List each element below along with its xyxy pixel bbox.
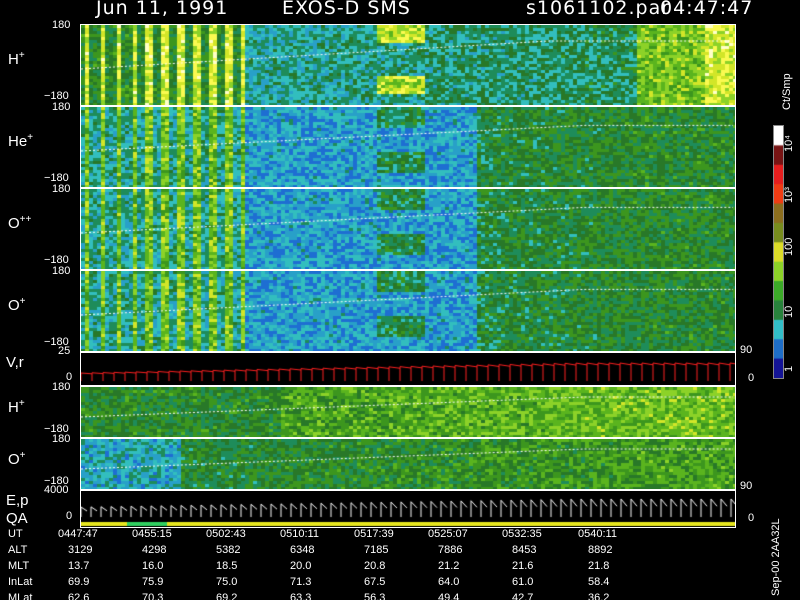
colorbar-tick: 1 xyxy=(783,365,795,372)
footer-cell: 20.8 xyxy=(364,560,386,572)
footer-cell: 69.9 xyxy=(68,576,90,588)
label-vr: V,r xyxy=(6,354,24,371)
panel-o-plus-2 xyxy=(80,438,736,490)
footer-cell: 3129 xyxy=(68,544,93,556)
ytick-max: 25 xyxy=(58,345,71,357)
label-o-plus: O+ xyxy=(8,296,26,314)
footer-cell: 6348 xyxy=(290,544,315,556)
footer-cell: 7886 xyxy=(438,544,463,556)
panel-ep xyxy=(80,490,736,528)
colorbar-tick: 10 xyxy=(783,305,795,318)
footer-cell: 71.3 xyxy=(290,576,312,588)
footer-cell: 64.0 xyxy=(438,576,460,588)
colorbar-tick: 10³ xyxy=(783,187,795,203)
footer-cell: 56.3 xyxy=(364,592,386,600)
footer-cell: 75.0 xyxy=(216,576,238,588)
footer-cell: 5382 xyxy=(216,544,241,556)
plot-time: 04:47:47 xyxy=(660,0,754,19)
footer-cell: 21.6 xyxy=(512,560,534,572)
footer-cell: 36.2 xyxy=(588,592,610,600)
rtick-min: 0 xyxy=(748,372,755,384)
colorbar-tick: 10⁴ xyxy=(783,135,795,152)
label-o-plus-plus: O++ xyxy=(8,214,32,232)
rtick-max: 90 xyxy=(740,480,753,492)
footer-row-label: InLat xyxy=(8,576,33,588)
footer-cell: 0447:47 xyxy=(58,528,98,540)
footer-cell: 67.5 xyxy=(364,576,386,588)
ytick-min: 0 xyxy=(66,510,73,522)
ytick-max: 4000 xyxy=(44,484,69,496)
footer-cell: 8892 xyxy=(588,544,613,556)
ytick-max: 180 xyxy=(52,183,71,195)
footer-cell: 0517:39 xyxy=(354,528,394,540)
footer-cell: 7185 xyxy=(364,544,389,556)
label-h-plus: H+ xyxy=(8,50,25,68)
footer-cell: 75.9 xyxy=(142,576,164,588)
footer-cell: 20.0 xyxy=(290,560,312,572)
footer-cell: 63.3 xyxy=(290,592,312,600)
footer-cell: 0532:35 xyxy=(502,528,542,540)
colorbar-tick: 100 xyxy=(783,237,795,256)
rtick-min: 0 xyxy=(748,512,755,524)
plot-date: Jun 11, 1991 xyxy=(96,0,229,19)
label-qa: QA xyxy=(6,510,28,527)
footer-cell: 21.8 xyxy=(588,560,610,572)
footer-cell: 0510:11 xyxy=(280,528,319,540)
footer-cell: 13.7 xyxy=(68,560,90,572)
ytick-max: 180 xyxy=(52,265,71,277)
footer-cell: 62.6 xyxy=(68,592,90,600)
colorbar-unit: Ct/Smp xyxy=(781,73,793,110)
panel-he-plus xyxy=(80,106,736,188)
rtick-max: 90 xyxy=(740,344,753,356)
footer-cell: 42.7 xyxy=(512,592,534,600)
panel-h-plus xyxy=(80,24,736,106)
footer-cell: 0525:07 xyxy=(428,528,468,540)
label-he-plus: He+ xyxy=(8,132,34,150)
sms-spectrogram-plot: Jun 11, 1991 EXOS-D SMS s1061102.par 04:… xyxy=(0,0,800,600)
footer-cell: 0502:43 xyxy=(206,528,246,540)
footer-cell: 16.0 xyxy=(142,560,164,572)
label-ep: E,p xyxy=(6,492,29,509)
footer-cell: 0455:15 xyxy=(132,528,172,540)
processing-stamp: Sep-00 2AA32L xyxy=(770,518,782,596)
ytick-max: 180 xyxy=(52,381,71,393)
panel-vr xyxy=(80,352,736,386)
panel-o-plus-plus xyxy=(80,188,736,270)
panel-o-plus xyxy=(80,270,736,352)
footer-row-label: ALT xyxy=(8,544,28,556)
panel-h-plus-2 xyxy=(80,386,736,438)
label-o-plus-2: O+ xyxy=(8,450,26,468)
footer-cell: 21.2 xyxy=(438,560,460,572)
ytick-max: 180 xyxy=(52,433,71,445)
footer-cell: 18.5 xyxy=(216,560,238,572)
label-h-plus-2: H+ xyxy=(8,398,25,416)
plot-instrument: EXOS-D SMS xyxy=(282,0,411,19)
footer-row-label: MLT xyxy=(8,560,30,572)
footer-row-label: UT xyxy=(8,528,23,540)
footer-cell: 4298 xyxy=(142,544,167,556)
plot-file: s1061102.par xyxy=(526,0,671,19)
footer-cell: 58.4 xyxy=(588,576,610,588)
ytick-max: 180 xyxy=(52,19,71,31)
ytick-max: 180 xyxy=(52,101,71,113)
footer-cell: 8453 xyxy=(512,544,537,556)
footer-cell: 49.4 xyxy=(438,592,460,600)
footer-cell: 70.3 xyxy=(142,592,164,600)
footer-row-label: MLat xyxy=(8,592,33,600)
footer-cell: 61.0 xyxy=(512,576,534,588)
footer-cell: 0540:11 xyxy=(578,528,617,540)
footer-cell: 69.2 xyxy=(216,592,238,600)
